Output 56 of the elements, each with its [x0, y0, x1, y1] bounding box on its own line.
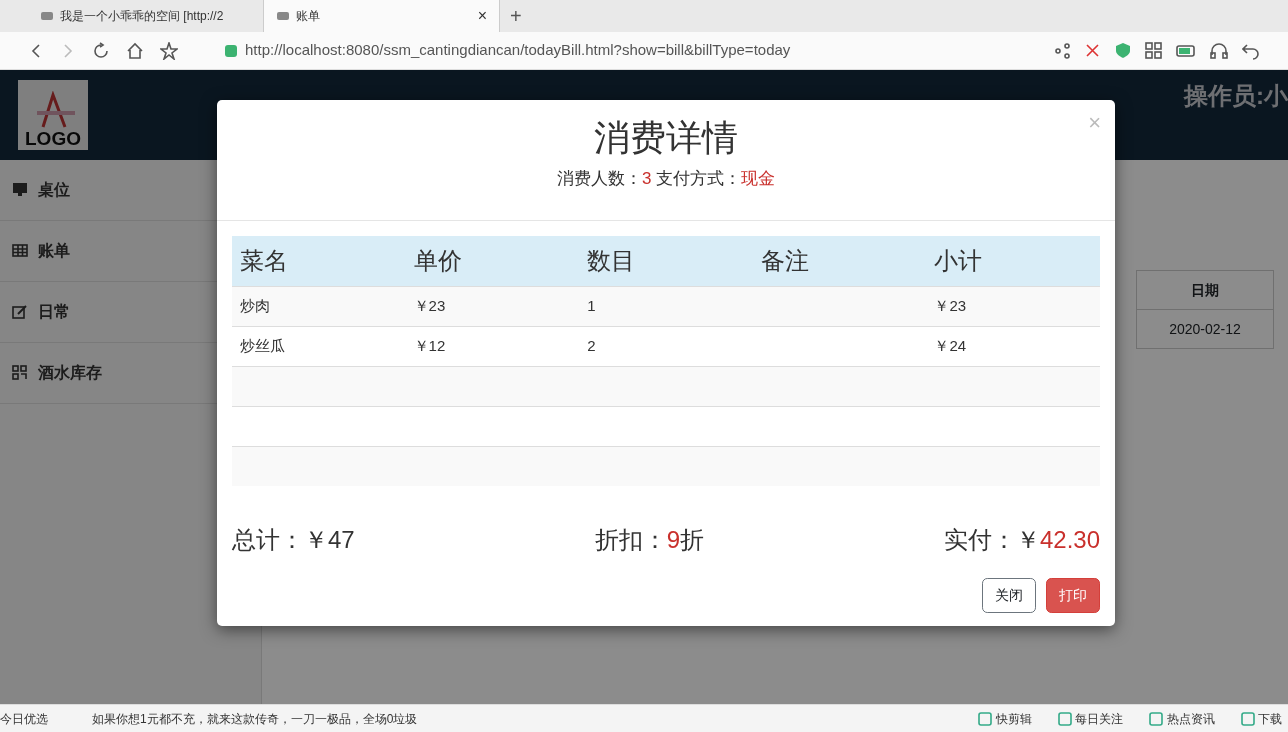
table-cell: 2020-02-12 — [1136, 309, 1274, 349]
column-header: 菜名 — [232, 236, 406, 286]
sidebar-label: 酒水库存 — [38, 363, 102, 383]
column-header: 单价 — [405, 236, 580, 286]
status-link[interactable]: 今日优选 — [0, 709, 48, 728]
monitor-icon — [12, 182, 28, 198]
operator-name: 操作员:小 — [1184, 81, 1288, 111]
star-icon[interactable] — [160, 41, 178, 60]
headphones-icon[interactable] — [1210, 42, 1228, 59]
table-icon — [12, 243, 28, 259]
sidebar-label: 账单 — [38, 241, 70, 261]
news-ticker[interactable]: 如果你想1元都不充，就来这款传奇，一刀一极品，全场0垃圾 — [92, 709, 418, 728]
share-icon[interactable] — [1055, 42, 1070, 59]
app-icon — [1057, 711, 1072, 726]
app-icon — [1149, 711, 1163, 726]
table-cell: 2 — [587, 336, 596, 354]
new-tab-button[interactable]: + — [500, 1, 532, 31]
browser-tab[interactable]: 账单 × — [264, 0, 500, 32]
table-cell: ￥23 — [934, 296, 967, 314]
home-icon[interactable] — [126, 41, 144, 60]
reload-icon[interactable] — [92, 41, 110, 60]
total-amount: 总计：￥47 — [232, 525, 355, 555]
dialog-title: 消费详情 — [594, 118, 738, 158]
app-icon — [1240, 711, 1255, 726]
page-icon — [40, 10, 54, 22]
status-item[interactable]: 热点资讯 — [1149, 709, 1215, 728]
bill-summary: 消费人数：3 支付方式：现金 — [556, 167, 776, 190]
table-cell: ￥24 — [934, 336, 967, 354]
discount-rate: 折扣：9折 — [594, 525, 704, 555]
status-item[interactable]: 快剪辑 — [978, 709, 1032, 728]
table-cell: ￥23 — [413, 296, 446, 314]
grid-icon — [12, 365, 28, 381]
shield-icon[interactable] — [1115, 42, 1131, 59]
undo-icon[interactable] — [1242, 41, 1260, 60]
column-header: 日期 — [1136, 270, 1274, 310]
column-header: 小计 — [926, 236, 1100, 286]
app-icon — [978, 711, 992, 726]
logo: LOGO — [18, 80, 88, 150]
apps-icon[interactable] — [1145, 42, 1162, 59]
close-icon[interactable]: × — [477, 4, 487, 28]
battery-icon[interactable] — [1176, 42, 1196, 59]
sidebar-label: 日常 — [38, 302, 70, 322]
status-item[interactable]: 下载 — [1240, 709, 1282, 728]
edit-icon — [12, 304, 28, 320]
paid-amount: 实付：￥42.30 — [943, 525, 1100, 555]
table-cell: ￥12 — [413, 336, 446, 354]
print-button[interactable]: 打印 — [1046, 578, 1100, 613]
column-header: 数目 — [579, 236, 753, 286]
sidebar-label: 桌位 — [38, 180, 70, 200]
secure-icon — [224, 43, 238, 58]
status-item[interactable]: 每日关注 — [1057, 709, 1123, 728]
close-button[interactable]: 关闭 — [982, 578, 1036, 613]
page-icon — [276, 10, 290, 22]
scissors-icon[interactable] — [1084, 42, 1101, 59]
column-header: 备注 — [752, 236, 927, 286]
table-cell: 1 — [587, 296, 596, 314]
